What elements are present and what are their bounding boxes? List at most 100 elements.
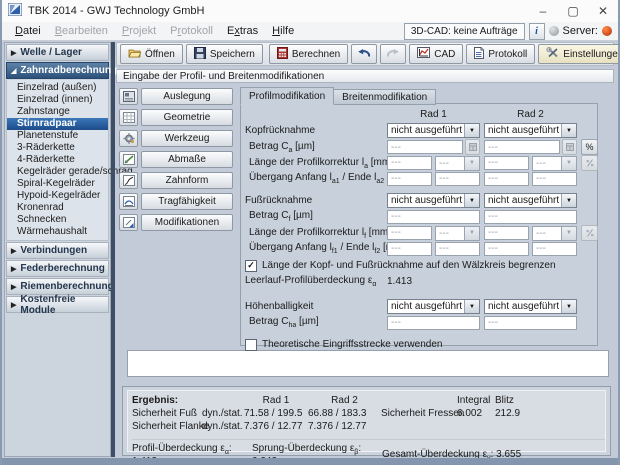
- sidebar-group-kostenfreie-module[interactable]: ▶ Kostenfreie Module: [6, 296, 109, 313]
- info-button[interactable]: i: [529, 23, 545, 40]
- sidebar-item-planetenstufe[interactable]: Planetenstufe: [7, 130, 108, 142]
- sidebar-group-welle-lager[interactable]: ▶ Welle / Lager: [6, 44, 109, 61]
- tragfaehigkeit-icon-button[interactable]: [119, 193, 138, 210]
- laenge-f-rad2-input[interactable]: [484, 226, 529, 240]
- tab-breitenmodifikation[interactable]: Breitenmodifikation: [334, 89, 436, 105]
- close-button[interactable]: ✕: [588, 0, 618, 22]
- uebergang-a2-rad1-input[interactable]: [435, 172, 480, 186]
- betrag-ca-rad1-input[interactable]: [387, 140, 463, 154]
- menu-protokoll[interactable]: Protokoll: [163, 24, 220, 38]
- collapsed-arrow-icon: ▶: [11, 49, 16, 57]
- uebergang-f2-rad1-input[interactable]: [435, 242, 480, 256]
- laenge-f-rad1-input[interactable]: [387, 226, 432, 240]
- open-button[interactable]: Öffnen: [120, 44, 183, 64]
- sidebar-item-kronenrad[interactable]: Kronenrad: [7, 202, 108, 214]
- eingriffsstrecke-checkbox[interactable]: [245, 339, 257, 351]
- sidebar-item-kegelraeder[interactable]: Kegelräder gerade/schräg: [7, 166, 108, 178]
- maximize-button[interactable]: ▢: [558, 0, 588, 22]
- sidebar-group-zahnradberechnung[interactable]: ◢ Zahnradberechnung: [6, 62, 109, 79]
- calc-mini-icon-button[interactable]: [562, 139, 577, 155]
- betrag-cha-rad1-input[interactable]: [387, 316, 480, 330]
- modifikationen-button[interactable]: Modifikationen: [141, 214, 233, 231]
- menu-datei[interactable]: Datei: [8, 24, 48, 38]
- protocol-button[interactable]: Protokoll: [466, 44, 535, 64]
- laenge-a-rad2-input[interactable]: [484, 156, 529, 170]
- geometrie-button[interactable]: Geometrie: [141, 109, 233, 126]
- calculate-button[interactable]: Berechnen: [269, 44, 348, 64]
- tab-profilmodifikation[interactable]: Profilmodifikation: [240, 87, 334, 105]
- uebergang-a1-rad1-input[interactable]: [387, 172, 432, 186]
- fussruecknahme-rad2-select[interactable]: nicht ausgeführt▼: [484, 193, 577, 208]
- werkzeug-icon-button[interactable]: [119, 130, 138, 147]
- laenge-f-rad2-select[interactable]: ---▼: [532, 226, 577, 241]
- sidebar-item-schnecken[interactable]: Schnecken: [7, 214, 108, 226]
- sidebar-item-einzelrad-innen[interactable]: Einzelrad (innen): [7, 94, 108, 106]
- cad-button[interactable]: CAD: [409, 44, 463, 64]
- sidebar-item-4-raederkette[interactable]: 4-Räderkette: [7, 154, 108, 166]
- hoehenballigkeit-rad2-select[interactable]: nicht ausgeführt▼: [484, 299, 577, 314]
- sidebar-group-federberechnung[interactable]: ▶ Federberechnung: [6, 260, 109, 277]
- kopfruecknahme-rad1-select[interactable]: nicht ausgeführt▼: [387, 123, 480, 138]
- page-title: Eingabe der Profil- und Breitenmodifikat…: [116, 69, 614, 83]
- hoehenballigkeit-rad1-select[interactable]: nicht ausgeführt▼: [387, 299, 480, 314]
- tab-bar: Profilmodifikation Breitenmodifikation: [240, 87, 436, 105]
- chevron-down-icon: ▼: [464, 227, 479, 240]
- minimize-button[interactable]: –: [528, 0, 558, 22]
- laenge-a-rad1-select[interactable]: ---▼: [435, 156, 480, 171]
- percent-button[interactable]: %: [581, 139, 598, 155]
- tragfaehigkeit-button[interactable]: Tragfähigkeit: [141, 193, 233, 210]
- uebergang-a2-rad2-input[interactable]: [532, 172, 577, 186]
- betrag-cha-rad2-input[interactable]: [484, 316, 577, 330]
- ratio-button[interactable]: [581, 155, 598, 171]
- auslegung-icon-button[interactable]: [119, 88, 138, 105]
- save-button[interactable]: Speichern: [186, 44, 263, 64]
- waelzkreis-checkbox[interactable]: [245, 260, 257, 272]
- abmasse-icon-button[interactable]: [119, 151, 138, 168]
- sidebar-item-spiral-kegelraeder[interactable]: Spiral-Kegelräder: [7, 178, 108, 190]
- eingriffsstrecke-checkbox-label: Theoretische Eingriffsstrecke verwenden: [262, 339, 442, 350]
- col-header-rad2: Rad 2: [484, 109, 577, 120]
- betrag-cf-rad1-input[interactable]: [387, 210, 480, 224]
- menu-extras[interactable]: Extras: [220, 24, 265, 38]
- uebergang-a1-rad2-input[interactable]: [484, 172, 529, 186]
- auslegung-button[interactable]: Auslegung: [141, 88, 233, 105]
- ratio-button[interactable]: [581, 225, 598, 241]
- uebergang-f1-rad1-input[interactable]: [387, 242, 432, 256]
- mini-calculator-icon: [566, 143, 574, 151]
- sidebar-item-3-raederkette[interactable]: 3-Räderkette: [7, 142, 108, 154]
- calc-mini-icon-button[interactable]: [465, 139, 480, 155]
- betrag-ca-rad2-input[interactable]: [484, 140, 560, 154]
- cad-status-led-icon: [549, 26, 559, 36]
- werkzeug-button[interactable]: Werkzeug: [141, 130, 233, 147]
- laenge-a-rad2-select[interactable]: ---▼: [532, 156, 577, 171]
- abmasse-button[interactable]: Abmaße: [141, 151, 233, 168]
- redo-button[interactable]: [380, 44, 406, 64]
- kopfruecknahme-rad2-select[interactable]: nicht ausgeführt▼: [484, 123, 577, 138]
- uebergang-f2-rad2-input[interactable]: [532, 242, 577, 256]
- sidebar-item-einzelrad-aussen[interactable]: Einzelrad (außen): [7, 82, 108, 94]
- fussruecknahme-rad1-select[interactable]: nicht ausgeführt▼: [387, 193, 480, 208]
- laenge-f-rad1-select[interactable]: ---▼: [435, 226, 480, 241]
- chevron-down-icon: ▼: [464, 194, 479, 207]
- settings-button[interactable]: Einstellungen: [538, 44, 620, 64]
- menu-bearbeiten[interactable]: Bearbeiten: [48, 24, 115, 38]
- geometrie-icon-button[interactable]: [119, 109, 138, 126]
- sidebar-item-waermehaushalt[interactable]: Wärmehaushalt: [7, 226, 108, 238]
- sidebar-group-riemenberechnung[interactable]: ▶ Riemenberechnung: [6, 278, 109, 295]
- results-col-integral: Integral: [457, 395, 495, 406]
- modifikationen-icon-button[interactable]: [119, 214, 138, 231]
- col-header-rad1: Rad 1: [387, 109, 480, 120]
- betrag-cf-rad2-input[interactable]: [484, 210, 577, 224]
- undo-button[interactable]: [351, 44, 377, 64]
- menu-hilfe[interactable]: Hilfe: [265, 24, 301, 38]
- sidebar-item-hypoid-kegelraeder[interactable]: Hypoid-Kegelräder: [7, 190, 108, 202]
- zahnform-icon-button[interactable]: [119, 172, 138, 189]
- sidebar-group-verbindungen[interactable]: ▶ Verbindungen: [6, 242, 109, 259]
- uebergang-f1-rad2-input[interactable]: [484, 242, 529, 256]
- sidebar-item-zahnstange[interactable]: Zahnstange: [7, 106, 108, 118]
- laenge-a-rad1-input[interactable]: [387, 156, 432, 170]
- open-folder-icon: [128, 47, 141, 61]
- sidebar-item-stirnradpaar[interactable]: Stirnradpaar: [7, 118, 108, 130]
- menu-projekt[interactable]: Projekt: [115, 24, 163, 38]
- zahnform-button[interactable]: Zahnform: [141, 172, 233, 189]
